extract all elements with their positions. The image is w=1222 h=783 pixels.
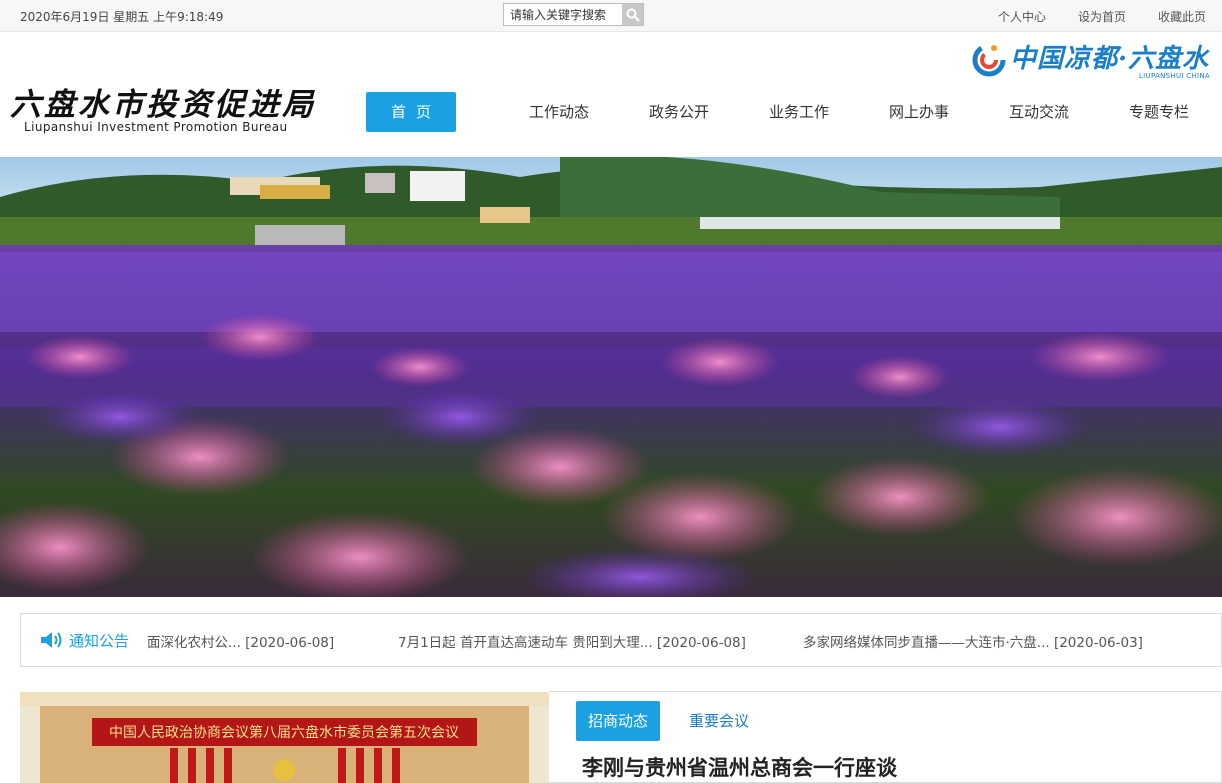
top-bar: 2020年6月19日 星期五 上午9:18:49 个人中心 设为首页 收藏此页: [0, 0, 1222, 32]
nav-online-services[interactable]: 网上办事: [859, 92, 979, 132]
news-panel: 招商动态 重要会议 李刚与贵州省温州总商会一行座谈: [549, 691, 1222, 783]
brand-text: 中国凉都·六盘水: [1010, 44, 1210, 74]
search-button[interactable]: [622, 4, 643, 25]
brand-subtext: LIUPANSHUI CHINA: [1138, 72, 1210, 80]
notice-header: 通知公告: [21, 614, 147, 666]
speaker-icon: [41, 632, 62, 648]
notice-item[interactable]: 多家网络媒体同步直播——大连市·六盘... [2020-06-03]: [803, 631, 1143, 651]
news-photo[interactable]: 中国人民政治协商会议第八届六盘水市委员会第五次会议: [20, 692, 549, 783]
personal-center-link[interactable]: 个人中心: [998, 8, 1046, 25]
nav-interaction[interactable]: 互动交流: [979, 92, 1099, 132]
conference-photo: 中国人民政治协商会议第八届六盘水市委员会第五次会议: [20, 692, 549, 783]
brand-swirl-icon: [972, 43, 1006, 77]
top-links: 个人中心 设为首页 收藏此页: [998, 8, 1206, 25]
notice-bar: 通知公告 面深化农村公... [2020-06-08] 7月1日起 首开直达高速…: [20, 613, 1222, 667]
nav-work-news[interactable]: 工作动态: [499, 92, 619, 132]
nav-business-work[interactable]: 业务工作: [739, 92, 859, 132]
tab-investment-news[interactable]: 招商动态: [576, 701, 660, 741]
search-input[interactable]: [504, 4, 622, 25]
nav-home[interactable]: 首页: [366, 92, 456, 132]
bookmark-link[interactable]: 收藏此页: [1158, 8, 1206, 25]
news-headline[interactable]: 李刚与贵州省温州总商会一行座谈: [582, 752, 897, 782]
main-nav: 首页 工作动态 政务公开 业务工作 网上办事 互动交流 专题专栏: [366, 92, 1219, 132]
conference-banner-text: 中国人民政治协商会议第八届六盘水市委员会第五次会议: [109, 724, 459, 741]
nav-special-topics[interactable]: 专题专栏: [1099, 92, 1219, 132]
notice-item[interactable]: 7月1日起 首开直达高速动车 贵阳到大理... [2020-06-08]: [398, 631, 746, 651]
city-brand-logo: 中国凉都·六盘水 LIUPANSHUI CHINA: [970, 36, 1216, 82]
site-logo-en: Liupanshui Investment Promotion Bureau: [24, 120, 288, 134]
search-box: [503, 3, 644, 26]
notice-item[interactable]: 面深化农村公... [2020-06-08]: [147, 631, 334, 651]
nav-government-affairs[interactable]: 政务公开: [619, 92, 739, 132]
set-homepage-link[interactable]: 设为首页: [1078, 8, 1126, 25]
tab-important-meetings[interactable]: 重要会议: [689, 701, 749, 741]
date-time: 2020年6月19日 星期五 上午9:18:49: [20, 10, 224, 24]
site-header: 六盘水市投资促进局 Liupanshui Investment Promotio…: [0, 33, 1222, 157]
notice-title: 通知公告: [69, 631, 130, 650]
flower-field-photo: [0, 157, 1222, 597]
search-icon: [626, 8, 640, 22]
notice-ticker: 面深化农村公... [2020-06-08] 7月1日起 首开直达高速动车 贵阳…: [147, 614, 1221, 666]
site-logo-cn[interactable]: 六盘水市投资促进局: [10, 79, 316, 124]
hero-banner-image[interactable]: [0, 157, 1222, 597]
